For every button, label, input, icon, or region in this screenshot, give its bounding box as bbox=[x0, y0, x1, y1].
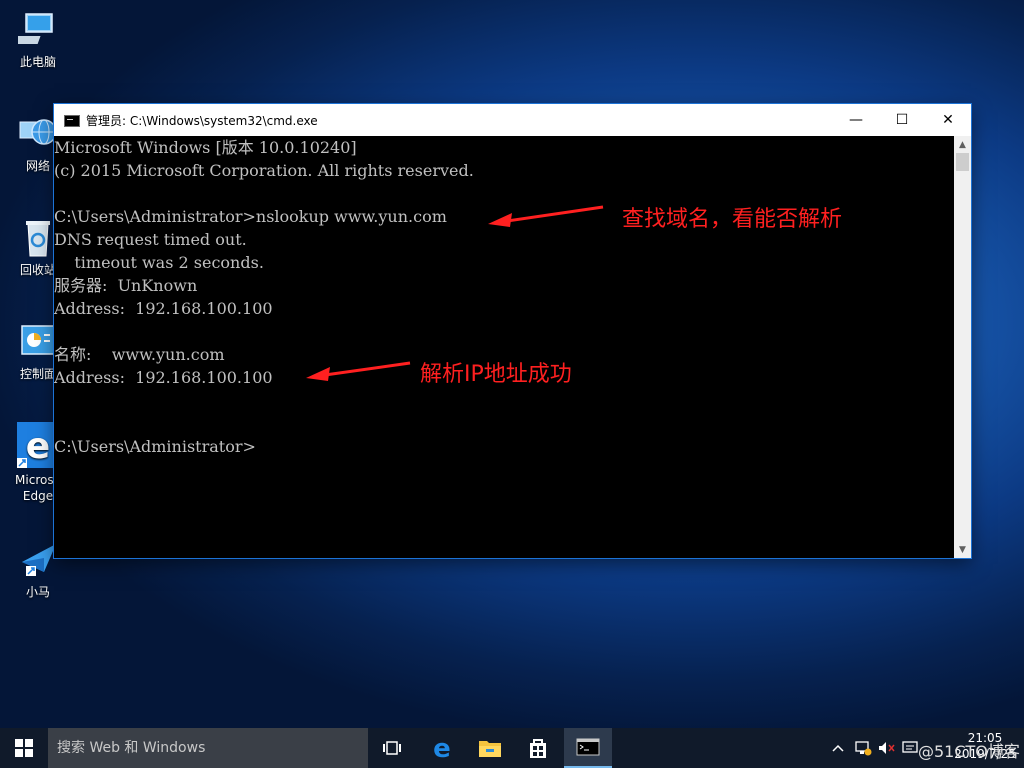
cmd-icon bbox=[576, 738, 600, 756]
volume-button[interactable] bbox=[876, 728, 898, 768]
taskbar-cmd-button[interactable] bbox=[564, 728, 612, 768]
taskbar-edge-button[interactable]: e bbox=[418, 728, 466, 768]
volume-muted-icon bbox=[879, 742, 895, 754]
store-bag-icon bbox=[530, 739, 546, 758]
annotation-arrow-1 bbox=[506, 205, 604, 223]
notifications-button[interactable] bbox=[900, 728, 920, 768]
show-hidden-icons-button[interactable] bbox=[828, 728, 848, 768]
start-button[interactable] bbox=[0, 728, 48, 768]
taskbar-store-button[interactable] bbox=[514, 728, 562, 768]
taskbar: 搜索 Web 和 Windows e 21:05 2019/7/25 bbox=[0, 728, 1024, 768]
windows-logo-icon bbox=[15, 739, 33, 757]
chevron-up-icon bbox=[832, 744, 844, 752]
search-input[interactable]: 搜索 Web 和 Windows bbox=[48, 728, 368, 768]
task-view-icon bbox=[383, 741, 401, 755]
watermark: @51CTO博客 bbox=[918, 742, 1020, 761]
annotation-arrowhead-2 bbox=[306, 367, 330, 381]
network-warning-icon bbox=[855, 741, 872, 756]
annotation-arrow-2 bbox=[324, 361, 411, 377]
action-center-icon bbox=[902, 741, 918, 753]
folder-icon bbox=[479, 741, 501, 757]
svg-text:e: e bbox=[433, 736, 451, 760]
network-status-button[interactable] bbox=[852, 728, 874, 768]
taskbar-file-explorer-button[interactable] bbox=[466, 728, 514, 768]
task-view-button[interactable] bbox=[368, 728, 416, 768]
annotation-resolved: 解析IP地址成功 bbox=[420, 362, 572, 387]
annotation-arrowhead-1 bbox=[488, 213, 512, 227]
edge-icon: e bbox=[433, 736, 451, 760]
annotation-lookup: 查找域名，看能否解析 bbox=[622, 207, 843, 232]
